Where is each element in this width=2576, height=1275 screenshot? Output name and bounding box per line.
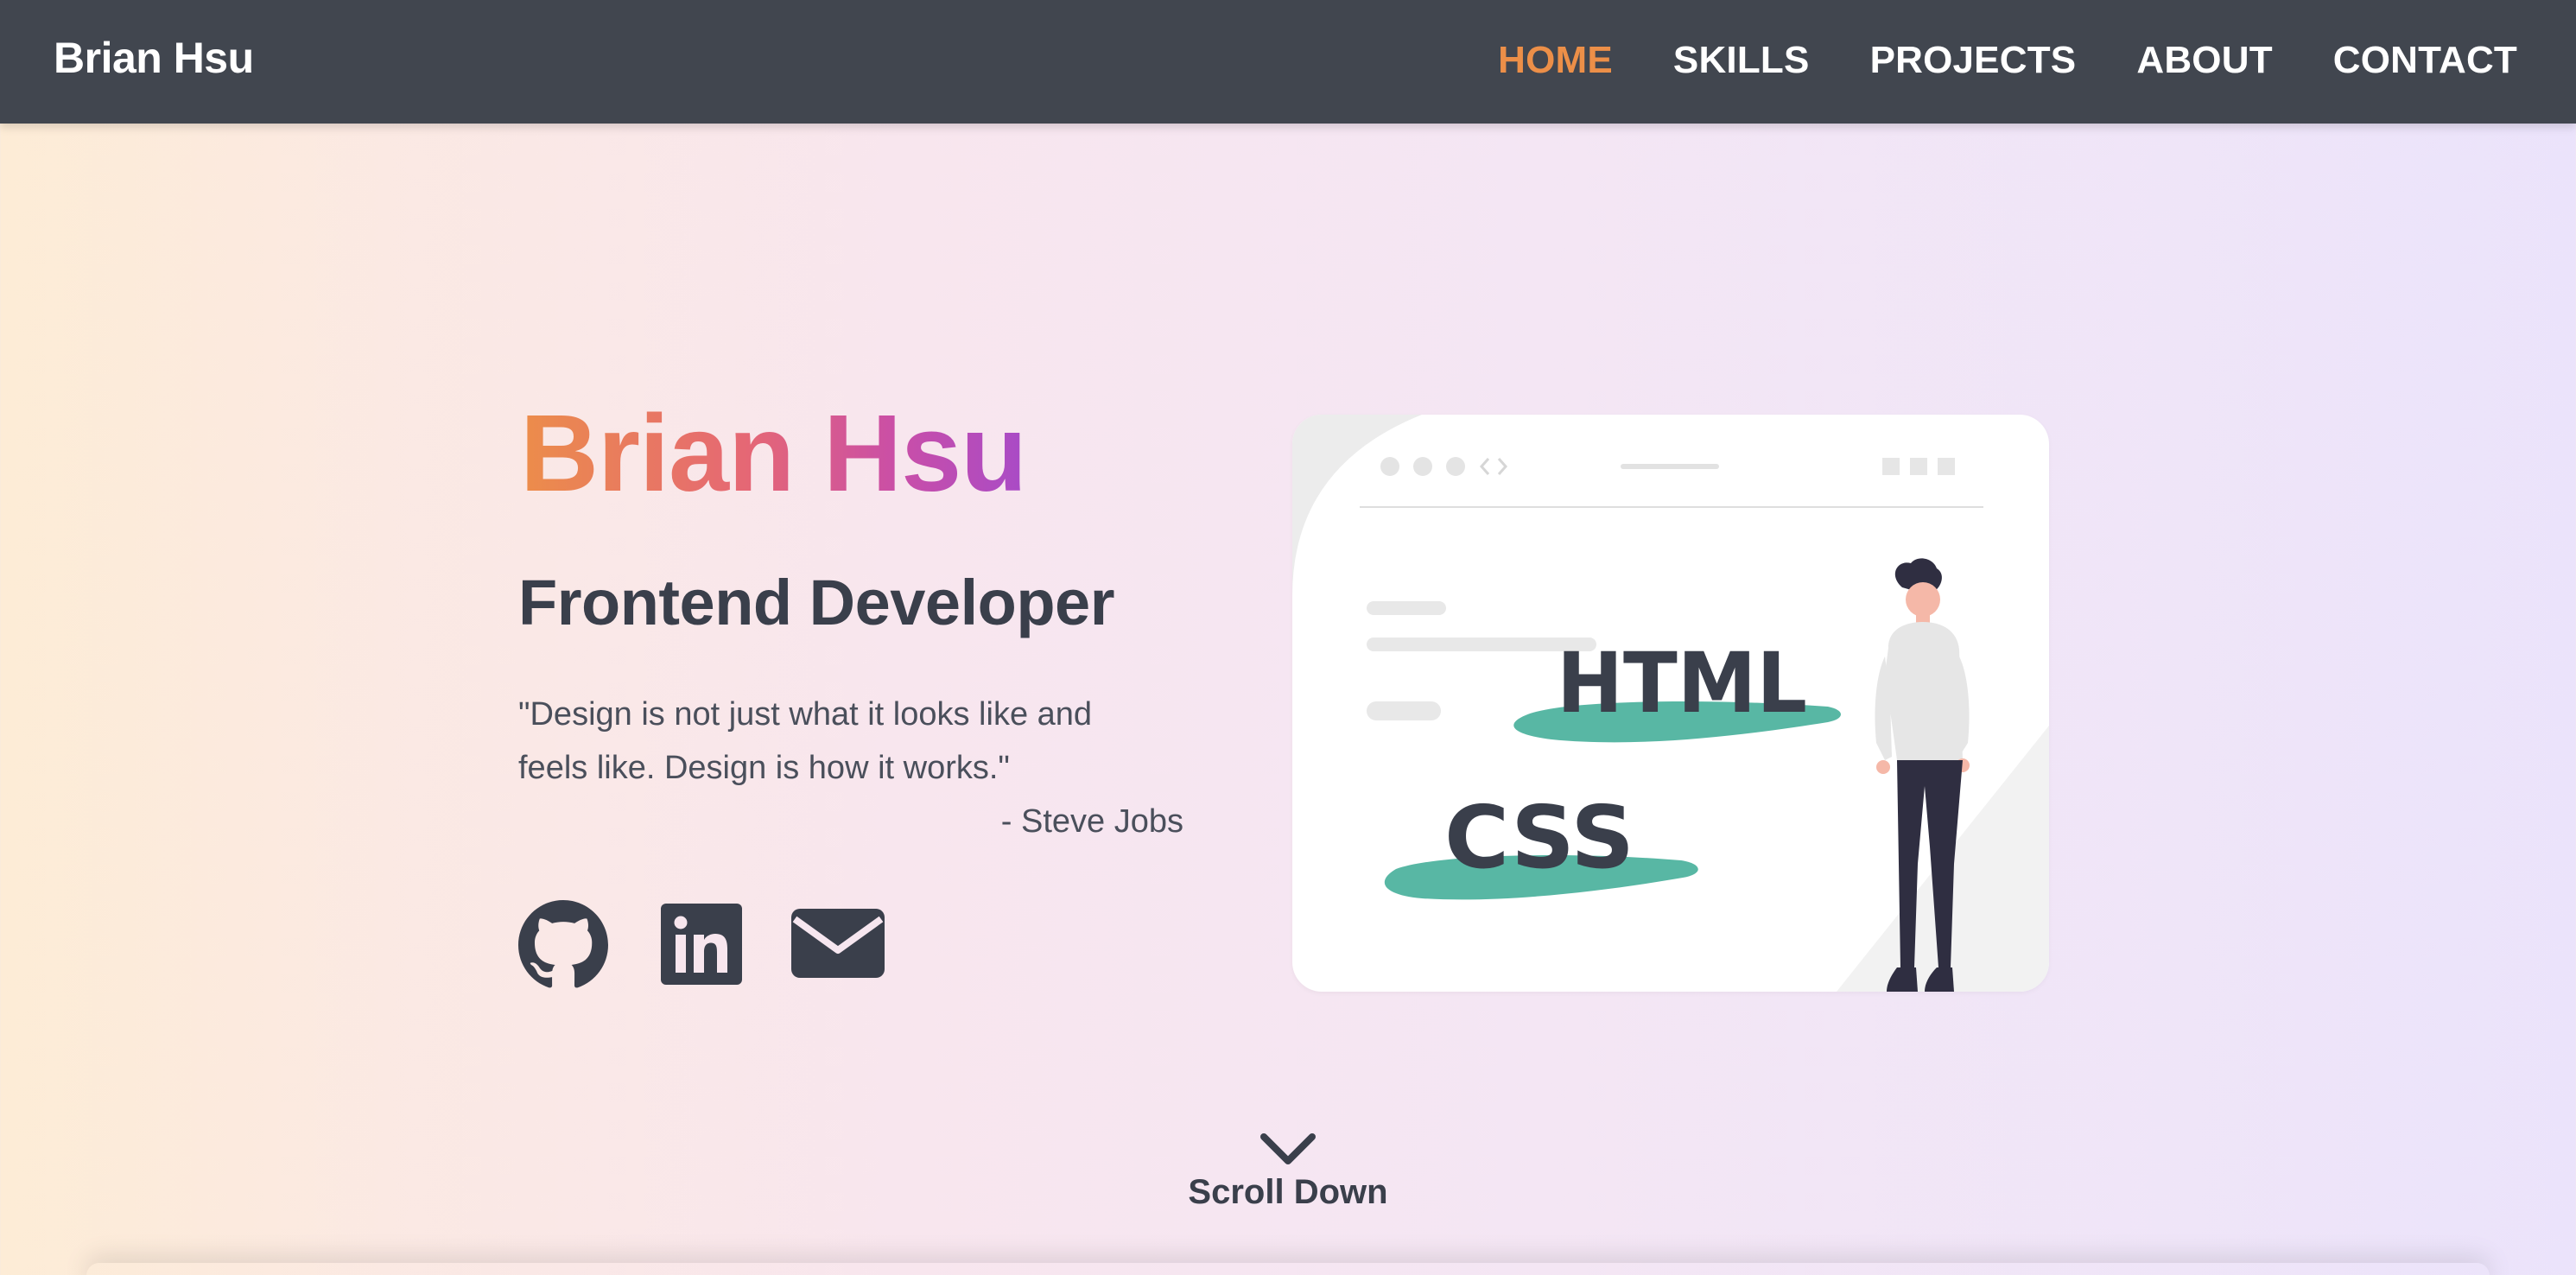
next-section-edge (86, 1263, 2490, 1275)
linkedin-link[interactable] (661, 900, 742, 986)
html-label: HTML (1557, 635, 1807, 732)
nav-link-projects[interactable]: PROJECTS (1870, 39, 2077, 82)
navbar: Brian Hsu HOME SKILLS PROJECTS ABOUT CON… (0, 0, 2576, 124)
hero-illustration: HTML CSS (1292, 415, 2049, 992)
hero-quote-author: - Steve Jobs (1000, 803, 1183, 840)
nav-links: HOME SKILLS PROJECTS ABOUT CONTACT (1498, 36, 2517, 85)
css-label: CSS (1444, 787, 1634, 888)
nav-link-about[interactable]: ABOUT (2136, 39, 2272, 82)
nav-link-home[interactable]: HOME (1498, 39, 1613, 82)
github-link[interactable] (518, 900, 608, 990)
nav-link-contact[interactable]: CONTACT (2333, 39, 2517, 82)
email-link[interactable] (791, 900, 885, 986)
linkedin-icon (661, 904, 742, 985)
email-icon (791, 909, 885, 978)
hero-name: Brian Hsu (520, 392, 1027, 514)
scroll-down-label: Scroll Down (1188, 1173, 1388, 1211)
hero-quote: "Design is not just what it looks like a… (518, 696, 1093, 786)
github-icon (518, 900, 608, 988)
chevron-down-icon (1260, 1133, 1316, 1164)
hero-role: Frontend Developer (518, 567, 1115, 638)
brand-logo[interactable]: Brian Hsu (54, 33, 254, 83)
nav-link-skills[interactable]: SKILLS (1673, 39, 1810, 82)
scroll-down-button[interactable]: Scroll Down (1115, 1133, 1461, 1212)
browser-dots (1380, 457, 1508, 476)
